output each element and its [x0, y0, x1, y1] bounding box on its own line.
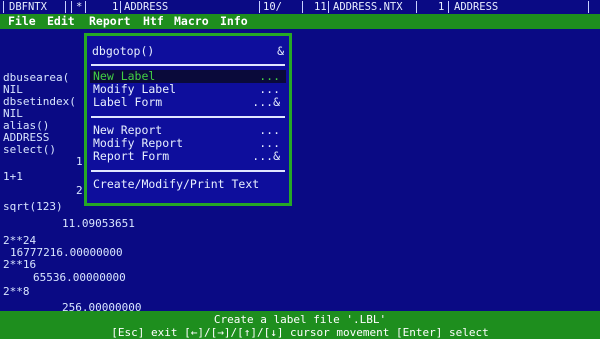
report-popup-menu: dbgotop() & New Label ... Modify Label .… — [84, 33, 292, 206]
menu-item-label-form[interactable]: Label Form ...& — [90, 96, 286, 109]
console-line: 11.09053651 — [62, 217, 135, 230]
status-index: 11 — [314, 1, 327, 13]
menu-edit[interactable]: Edit — [47, 14, 75, 29]
popup-divider — [91, 170, 285, 172]
menu-file[interactable]: File — [8, 14, 36, 29]
popup-divider — [91, 116, 285, 118]
status-separator — [328, 1, 329, 13]
status-alias: ADDRESS — [124, 1, 169, 13]
status-separator — [3, 1, 4, 13]
menu-macro[interactable]: Macro — [174, 14, 209, 29]
dos-screen: DBFNTX * 1 ADDRESS 10/ 11 ADDRESS.NTX 1 … — [0, 0, 600, 339]
menu-report[interactable]: Report — [89, 14, 131, 29]
status-mark: * — [76, 1, 83, 13]
menu-item-suffix: ...& — [252, 95, 280, 109]
console-line: select() — [3, 143, 56, 156]
status-area: 1 — [112, 1, 119, 13]
popup-header-suffix: & — [277, 44, 284, 58]
console-line: 2 — [76, 184, 83, 197]
console-line: 2**16 — [3, 258, 37, 271]
status-alias2: ADDRESS — [454, 1, 499, 13]
status-record: 10/ — [263, 1, 282, 13]
status-separator — [120, 1, 121, 13]
menu-info[interactable]: Info — [220, 14, 248, 29]
status-separator — [259, 1, 260, 13]
menu-item-create-modify-print-text[interactable]: Create/Modify/Print Text — [90, 178, 286, 191]
menu-item-suffix: ...& — [252, 149, 280, 163]
status-separator — [416, 1, 417, 13]
status-separator — [71, 1, 72, 13]
menu-item-label: Create/Modify/Print Text — [93, 177, 260, 191]
status-separator — [302, 1, 303, 13]
status-program: DBFNTX — [9, 1, 47, 13]
key-help: [Esc] exit [←]/[→]/[↑]/[↓] cursor moveme… — [111, 326, 489, 339]
menu-htf[interactable]: Htf — [143, 14, 164, 29]
console-line: 1 — [76, 155, 83, 168]
menu-item-label: Report Form — [93, 149, 170, 163]
status-separator — [65, 1, 66, 13]
popup-header: dbgotop() & — [92, 44, 284, 58]
popup-header-text: dbgotop() — [92, 44, 155, 58]
status-message: Create a label file '.LBL' — [213, 313, 387, 326]
status-area2: 1 — [438, 1, 445, 13]
menu-bar: File Edit Report Htf Macro Info — [0, 14, 600, 29]
console-line: 2**8 — [3, 285, 30, 298]
status-separator — [85, 1, 86, 13]
menu-item-label: Label Form — [93, 95, 163, 109]
help-bar: Create a label file '.LBL' [Esc] exit [←… — [0, 311, 600, 339]
status-separator — [588, 1, 589, 13]
console-line: 1+1 — [3, 170, 23, 183]
console-line: sqrt(123) — [3, 200, 63, 213]
status-bar: DBFNTX * 1 ADDRESS 10/ 11 ADDRESS.NTX 1 … — [0, 0, 600, 15]
popup-divider — [91, 64, 285, 66]
menu-item-report-form[interactable]: Report Form ...& — [90, 150, 286, 163]
status-separator — [448, 1, 449, 13]
status-index-file: ADDRESS.NTX — [333, 1, 403, 13]
console-line: 65536.00000000 — [33, 271, 126, 284]
